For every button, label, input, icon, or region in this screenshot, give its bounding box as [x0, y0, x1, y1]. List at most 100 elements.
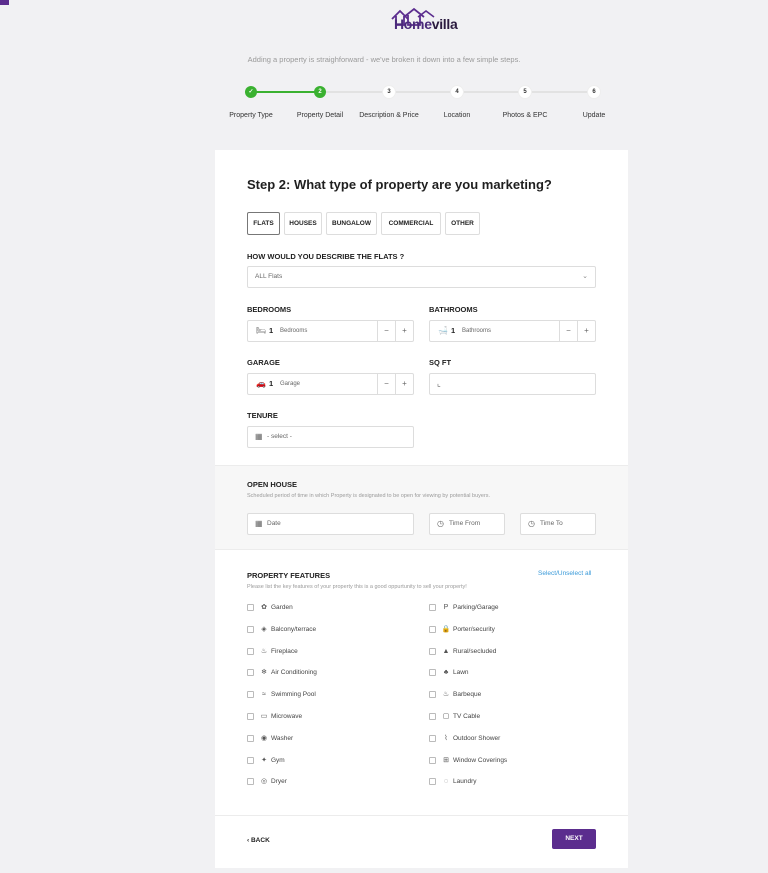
- feature-rural-secluded[interactable]: ▲ Rural/secluded: [429, 647, 579, 657]
- area-icon: ⌞: [437, 379, 441, 388]
- feature-checkbox[interactable]: [429, 734, 436, 742]
- feature-garden[interactable]: ✿ Garden: [247, 603, 397, 613]
- feature-outdoor-shower[interactable]: ⌇ Outdoor Shower: [429, 734, 579, 744]
- step-3-dot[interactable]: 3: [383, 86, 395, 98]
- balcony-icon: ◈: [261, 625, 267, 633]
- garage-minus-button[interactable]: −: [377, 374, 395, 394]
- feature-gym[interactable]: ✦ Gym: [247, 756, 397, 766]
- bedrooms-stepper[interactable]: 🛏 1 Bedrooms − +: [247, 320, 414, 342]
- feature-balcony-terrace[interactable]: ◈ Balcony/terrace: [247, 625, 397, 635]
- feature-laundry[interactable]: ◌ Laundry: [429, 777, 579, 787]
- step-4-dot[interactable]: 4: [451, 86, 463, 98]
- feature-checkbox[interactable]: [247, 604, 254, 611]
- rural-icon: ▲: [442, 647, 450, 655]
- feature-microwave[interactable]: ▭ Microwave: [247, 712, 397, 722]
- feature-barbeque[interactable]: ♨ Barbeque: [429, 690, 579, 700]
- open-house-section: OPEN HOUSE Scheduled period of time in w…: [215, 465, 628, 550]
- calendar-icon: ▦: [255, 432, 263, 441]
- feature-parking-garage[interactable]: P Parking/Garage: [429, 603, 579, 613]
- tenure-select[interactable]: ▦ - select -: [247, 426, 414, 448]
- feature-checkbox[interactable]: [247, 669, 254, 677]
- type-commercial-button[interactable]: COMMERCIAL: [381, 212, 441, 235]
- swimming-pool-icon: ≈: [262, 691, 266, 699]
- type-other-button[interactable]: OTHER: [445, 212, 480, 235]
- bedrooms-plus-button[interactable]: +: [395, 321, 413, 341]
- feature-checkbox[interactable]: [429, 691, 436, 699]
- feature-label: Porter/security: [453, 625, 495, 633]
- date-input[interactable]: ▦ Date: [247, 513, 414, 535]
- open-house-description: Scheduled period of time in which Proper…: [247, 493, 491, 499]
- calendar-icon: ▦: [255, 519, 263, 528]
- tenure-label: TENURE: [247, 411, 278, 420]
- feature-tv-cable[interactable]: ▢ TV Cable: [429, 712, 579, 722]
- step-6-label: Update: [582, 112, 606, 119]
- step-1-dot[interactable]: ✓: [245, 86, 257, 98]
- feature-checkbox[interactable]: [429, 625, 436, 633]
- feature-checkbox[interactable]: [429, 713, 436, 720]
- washer-icon: ◉: [260, 734, 268, 742]
- window-icon: ⊞: [443, 756, 449, 764]
- time-from-placeholder: Time From: [449, 520, 481, 527]
- feature-checkbox[interactable]: [247, 647, 254, 655]
- feature-label: Barbeque: [453, 691, 482, 699]
- type-houses-button[interactable]: HOUSES: [284, 212, 322, 235]
- clock-icon: ◷: [528, 519, 535, 528]
- time-to-input[interactable]: ◷ Time To: [520, 513, 596, 535]
- bedrooms-minus-button[interactable]: −: [377, 321, 395, 341]
- feature-checkbox[interactable]: [429, 669, 436, 677]
- feature-swimming-pool[interactable]: ≈ Swimming Pool: [247, 690, 397, 700]
- describe-select[interactable]: ALL Flats ⌄: [247, 266, 596, 288]
- feature-dryer[interactable]: ◎ Dryer: [247, 777, 397, 787]
- feature-lawn[interactable]: ♣ Lawn: [429, 668, 579, 678]
- feature-label: Swimming Pool: [271, 691, 316, 699]
- feature-washer[interactable]: ◉ Washer: [247, 734, 397, 744]
- time-from-input[interactable]: ◷ Time From: [429, 513, 505, 535]
- step-2-dot[interactable]: 2: [314, 86, 326, 98]
- step-5-dot[interactable]: 5: [519, 86, 531, 98]
- bedrooms-unit: Bedrooms: [280, 328, 308, 334]
- lock-icon: 🔒: [441, 625, 451, 633]
- bathrooms-plus-button[interactable]: +: [577, 321, 595, 341]
- type-bungalow-button[interactable]: BUNGALOW: [326, 212, 377, 235]
- feature-label: Washer: [271, 734, 294, 742]
- select-all-link[interactable]: Select/Unselect all: [538, 570, 591, 577]
- next-button[interactable]: NEXT: [552, 829, 596, 849]
- bath-icon: 🛁: [438, 326, 448, 335]
- feature-window-coverings[interactable]: ⊞ Window Coverings: [429, 756, 579, 766]
- feature-checkbox[interactable]: [247, 691, 254, 699]
- garage-plus-button[interactable]: +: [395, 374, 413, 394]
- open-house-title: OPEN HOUSE: [247, 480, 298, 489]
- feature-checkbox[interactable]: [247, 625, 254, 633]
- feature-air-conditioning[interactable]: ❄ Air Conditioning: [247, 668, 397, 678]
- parking-icon: P: [443, 604, 449, 611]
- chevron-down-icon: ⌄: [582, 273, 588, 280]
- back-button[interactable]: ‹ BACK: [247, 837, 270, 844]
- sqft-input[interactable]: ⌞: [429, 373, 596, 395]
- garage-stepper[interactable]: 🚗 1 Garage − +: [247, 373, 414, 395]
- car-icon: 🚗: [256, 379, 266, 388]
- feature-label: Window Coverings: [453, 756, 508, 764]
- feature-checkbox[interactable]: [429, 604, 436, 611]
- feature-checkbox[interactable]: [247, 778, 254, 786]
- type-flats-button[interactable]: FLATS: [247, 212, 280, 235]
- describe-select-value: ALL Flats: [255, 273, 283, 280]
- feature-checkbox[interactable]: [247, 756, 254, 764]
- laundry-icon: ◌: [443, 778, 449, 786]
- bathrooms-value: 1: [451, 326, 456, 335]
- bed-icon: 🛏: [256, 326, 267, 335]
- page-subtitle: Adding a property is straighforward - we…: [247, 55, 521, 64]
- time-to-placeholder: Time To: [540, 520, 563, 527]
- step-6-dot[interactable]: 6: [588, 86, 600, 98]
- feature-checkbox[interactable]: [429, 778, 436, 786]
- feature-checkbox[interactable]: [429, 647, 436, 655]
- feature-checkbox[interactable]: [429, 756, 436, 764]
- feature-fireplace[interactable]: ♨ Fireplace: [247, 647, 397, 657]
- bathrooms-minus-button[interactable]: −: [559, 321, 577, 341]
- feature-label: Garden: [271, 604, 293, 611]
- feature-porter-security[interactable]: 🔒 Porter/security: [429, 625, 579, 635]
- feature-checkbox[interactable]: [247, 734, 254, 742]
- feature-label: Outdoor Shower: [453, 734, 501, 742]
- feature-checkbox[interactable]: [247, 713, 254, 720]
- bathrooms-stepper[interactable]: 🛁 1 Bathrooms − +: [429, 320, 596, 342]
- feature-label: Parking/Garage: [453, 604, 499, 611]
